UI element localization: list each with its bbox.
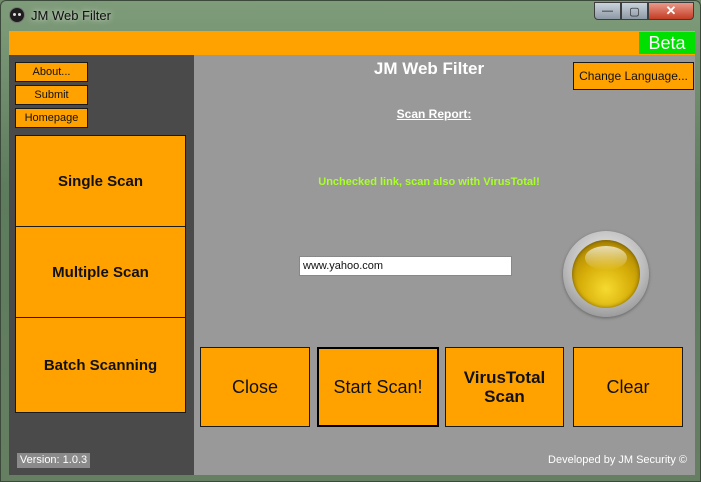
change-language-button[interactable]: Change Language... bbox=[573, 62, 694, 90]
multiple-scan-button[interactable]: Multiple Scan bbox=[15, 226, 186, 318]
close-button[interactable]: Close bbox=[200, 347, 310, 427]
developer-credit: Developed by JM Security © bbox=[548, 454, 687, 466]
sidebar: About... Submit Homepage Single Scan Mul… bbox=[9, 55, 194, 475]
app-logo-icon bbox=[9, 7, 25, 23]
scan-status-message: Unchecked link, scan also with VirusTota… bbox=[318, 176, 540, 188]
version-label: Version: 1.0.3 bbox=[17, 453, 90, 468]
window-controls: — ▢ ✕ bbox=[594, 2, 694, 21]
maximize-button[interactable]: ▢ bbox=[621, 2, 648, 20]
page-title: JM Web Filter bbox=[373, 59, 485, 78]
client-area: Beta About... Submit Homepage Single Sca… bbox=[9, 31, 695, 475]
clear-button[interactable]: Clear bbox=[573, 347, 683, 427]
about-button[interactable]: About... bbox=[15, 62, 88, 82]
scan-report-label: Scan Report: bbox=[396, 107, 472, 121]
app-window: JM Web Filter — ▢ ✕ Beta About... Submit… bbox=[0, 0, 701, 482]
close-window-button[interactable]: ✕ bbox=[648, 2, 694, 20]
minimize-button[interactable]: — bbox=[594, 2, 621, 20]
top-accent-bar: Beta bbox=[9, 31, 695, 55]
batch-scanning-button[interactable]: Batch Scanning bbox=[15, 317, 186, 413]
beta-badge: Beta bbox=[639, 32, 695, 54]
status-lamp-icon bbox=[572, 240, 640, 308]
url-input[interactable] bbox=[299, 256, 512, 276]
single-scan-button[interactable]: Single Scan bbox=[15, 135, 186, 227]
title-bar[interactable]: JM Web Filter — ▢ ✕ bbox=[1, 1, 701, 31]
window-title: JM Web Filter bbox=[31, 8, 111, 23]
virustotal-scan-button[interactable]: VirusTotal Scan bbox=[445, 347, 564, 427]
homepage-button[interactable]: Homepage bbox=[15, 108, 88, 128]
submit-button[interactable]: Submit bbox=[15, 85, 88, 105]
start-scan-button[interactable]: Start Scan! bbox=[317, 347, 439, 427]
status-indicator-light bbox=[563, 231, 649, 317]
